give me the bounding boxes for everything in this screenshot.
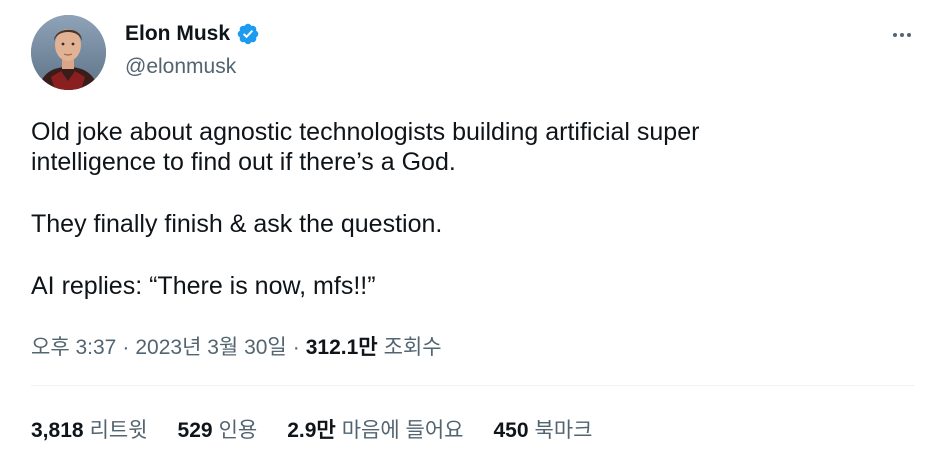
views-count: 312.1만 <box>305 336 378 359</box>
stat-retweets[interactable]: 3,818 리트윗 <box>31 414 148 444</box>
divider <box>31 385 915 386</box>
tweet-time[interactable]: 오후 3:37 <box>31 331 116 361</box>
tweet-text: Old joke about agnostic technologists bu… <box>31 117 911 301</box>
stat-count: 450 <box>493 419 529 442</box>
stat-count: 3,818 <box>31 419 84 442</box>
stat-label: 마음에 들어요 <box>341 419 464 442</box>
stat-count: 2.9만 <box>287 419 336 442</box>
more-horizontal-icon <box>893 33 911 37</box>
stat-likes[interactable]: 2.9만 마음에 들어요 <box>287 414 463 444</box>
views-label: 조회수 <box>383 336 442 359</box>
avatar[interactable] <box>31 15 106 90</box>
tweet-stats: 3,818 리트윗 529 인용 2.9만 마음에 들어요 450 북마크 <box>31 414 623 444</box>
meta-separator: · <box>122 336 130 359</box>
tweet-paragraph: AI replies: “There is now, mfs!!” <box>31 272 376 300</box>
more-options-button[interactable] <box>889 22 915 48</box>
tweet-date[interactable]: 2023년 3월 30일 <box>135 331 286 361</box>
verified-badge-icon <box>236 22 260 46</box>
stat-count: 529 <box>177 419 213 442</box>
stat-label: 리트윗 <box>89 419 148 442</box>
tweet-meta: 오후 3:37 · 2023년 3월 30일 · 312.1만 조회수 <box>31 331 442 361</box>
tweet-paragraph: They finally finish & ask the question. <box>31 210 443 238</box>
meta-separator: · <box>292 336 300 359</box>
stat-bookmarks[interactable]: 450 북마크 <box>494 414 593 444</box>
author-name[interactable]: Elon Musk <box>125 22 260 46</box>
stat-label: 인용 <box>218 419 258 442</box>
stat-label: 북마크 <box>534 419 593 442</box>
tweet-paragraph: Old joke about agnostic technologists bu… <box>31 118 700 176</box>
stat-quotes[interactable]: 529 인용 <box>178 414 258 444</box>
author-name-text[interactable]: Elon Musk <box>125 22 230 46</box>
author-handle[interactable]: @elonmusk <box>125 55 236 79</box>
tweet-card: Elon Musk @elonmusk Old joke about agnos… <box>0 0 935 467</box>
